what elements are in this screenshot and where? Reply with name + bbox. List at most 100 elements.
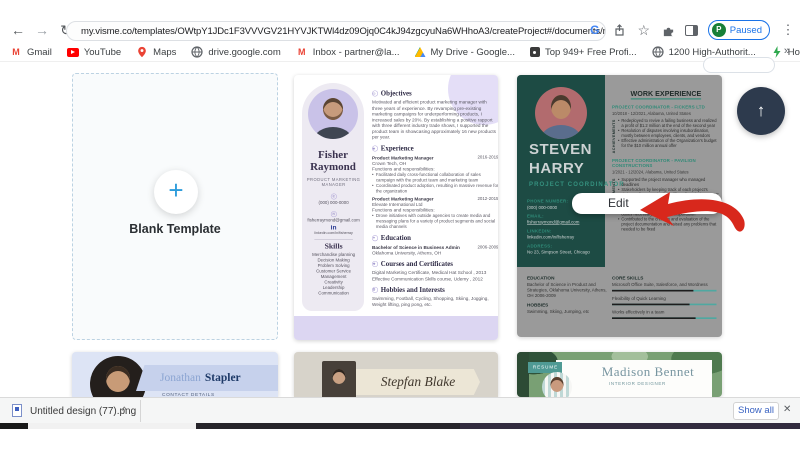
- bottom-strip-segment: [0, 423, 28, 429]
- profile-photo: [542, 372, 572, 397]
- core-skill-label: Microsoft Office Suite, Salesforce, and …: [612, 282, 717, 288]
- template-card-stepfan[interactable]: Stepfan Blake: [294, 352, 498, 397]
- section-title: Objectives: [381, 89, 412, 97]
- extensions-icon[interactable]: [662, 24, 675, 37]
- course-item: Effective Communication Skills course, U…: [372, 276, 498, 282]
- section-title: Hobbies and Interests: [381, 286, 445, 294]
- resume-name-first: STEVEN: [529, 141, 592, 158]
- hobbies-title: HOBBIES: [527, 302, 610, 308]
- phone-icon: ✆: [331, 194, 337, 200]
- bullet-item: Redeployed to revive a failing business …: [618, 118, 720, 128]
- bottom-strip-segment: [460, 423, 800, 429]
- template-card-fisher[interactable]: Fisher Raymond PRODUCT MARKETING MANAGER…: [294, 75, 498, 340]
- core-skills-title: CORE SKILLS: [612, 275, 717, 281]
- bookmarks-overflow-icon[interactable]: »: [784, 45, 790, 57]
- resume-tag-label: RESUME: [532, 365, 557, 370]
- google-icon[interactable]: G: [587, 23, 603, 37]
- site-icon: [530, 47, 540, 57]
- back-button[interactable]: ←: [8, 20, 28, 40]
- resume-name: Stepfan Blake: [381, 374, 456, 390]
- globe-icon: [652, 46, 664, 58]
- close-icon[interactable]: ✕: [783, 404, 791, 415]
- contact-value: linkedin.com/in/fisherray: [527, 235, 604, 240]
- education-body: Bachelor of Science in Product and Strat…: [527, 282, 610, 299]
- visme-templates-page: + Blank Template Fisher Raymond PRODUCT …: [0, 63, 800, 397]
- profile-photo: [322, 361, 356, 397]
- blank-template-card[interactable]: + Blank Template: [72, 73, 278, 340]
- share-icon[interactable]: [613, 24, 626, 37]
- resume-linkedin: linkedin.com/in/fisherray: [305, 231, 362, 237]
- job-role: Product Marketing Manager: [372, 196, 434, 202]
- email-icon: ✉: [331, 211, 337, 217]
- contact-label: EMAIL:: [527, 214, 604, 219]
- job-dates: 1/2021 - 12/2024, Alabama, United States: [612, 170, 720, 175]
- job-dates: 2016-2019: [477, 155, 498, 161]
- download-filename[interactable]: Untitled design (77).png: [30, 406, 136, 417]
- hobbies-icon: ✿: [372, 287, 378, 293]
- contact-label: ADDRESS:: [527, 243, 604, 248]
- resume-name-first: Fisher: [302, 149, 364, 161]
- forward-button[interactable]: →: [32, 20, 52, 40]
- profile-paused-badge[interactable]: P Paused: [708, 20, 770, 40]
- side-panel-icon[interactable]: [685, 25, 698, 36]
- show-all-button[interactable]: Show all: [733, 402, 779, 420]
- decor-strip: [294, 316, 498, 340]
- gmail-icon: M: [10, 46, 22, 58]
- bookmark-top-949[interactable]: Top 949+ Free Profi...: [530, 47, 637, 58]
- decor-leaf-band: [517, 352, 529, 397]
- toolbar-actions: G ☆ P Paused ⋮: [587, 20, 796, 40]
- resume-name-last: Stapler: [205, 372, 241, 384]
- chevron-up-icon[interactable]: ^: [122, 406, 127, 417]
- hobbies-body: Swimming, Football, Cycling, Shopping, S…: [372, 296, 498, 308]
- paused-label: Paused: [730, 25, 762, 36]
- section-title: Education: [381, 234, 411, 242]
- objectives-body: Motivated and efficient product marketin…: [372, 99, 498, 139]
- section-title: Experience: [381, 144, 414, 152]
- hobbies-body: Swimming, Skiing, Jumping, etc: [527, 309, 610, 315]
- add-blank-button[interactable]: +: [154, 170, 198, 214]
- core-skill-bar: [612, 290, 717, 292]
- courses-icon: ❖: [372, 261, 378, 267]
- education-title: EDUCATION: [527, 275, 610, 281]
- resume-name-last: HARRY: [529, 160, 584, 177]
- achievements-label: ACHIEVEMENTS: [612, 118, 616, 153]
- bullet-item: Coordinated product adoption, resulting …: [372, 183, 498, 194]
- job-role: PROJECT COORDINATOR - PAVILION CONSTRUCT…: [612, 158, 720, 168]
- bookmark-my-drive[interactable]: My Drive - Google...: [415, 47, 515, 58]
- bullet-item: Resolution of disputes involving insubor…: [618, 128, 720, 138]
- edu-school: Oklahoma University, Athens, OH: [372, 250, 498, 256]
- bookmark-maps[interactable]: Maps: [136, 46, 176, 58]
- profile-photo: [535, 87, 587, 139]
- name-banner: Stepfan Blake: [356, 369, 480, 395]
- linkedin-icon: in: [305, 223, 362, 231]
- menu-icon[interactable]: ⋮: [780, 22, 796, 38]
- file-icon: [12, 404, 22, 417]
- scroll-to-top-button[interactable]: ↑: [737, 87, 785, 135]
- job-role: Product Marketing Manager: [372, 155, 434, 161]
- core-skill-bar: [612, 304, 717, 306]
- bookmark-star-icon[interactable]: ☆: [636, 22, 652, 39]
- bookmark-youtube[interactable]: YouTube: [67, 47, 121, 58]
- maps-pin-icon: [136, 46, 148, 58]
- template-card-madison[interactable]: RESUME Madison Bennet INTERIOR DESIGNER: [517, 352, 722, 397]
- template-card-jonathan[interactable]: Jonathan Stapler CONTACT DETAILS: [72, 352, 278, 397]
- resume-job-title-2: MANAGER: [305, 182, 362, 187]
- address-bar[interactable]: my.visme.co/templates/OWtpY1JDc1F3VVVGV2…: [66, 21, 606, 41]
- url-text: my.visme.co/templates/OWtpY1JDc1F3VVVGV2…: [81, 26, 606, 37]
- edit-button[interactable]: Edit: [572, 193, 722, 214]
- divider: [140, 400, 141, 422]
- bookmark-drive-link[interactable]: drive.google.com: [191, 46, 280, 58]
- skill-item: Communication: [305, 291, 362, 297]
- bookmark-gmail[interactable]: MGmail: [10, 46, 52, 58]
- bookmark-inbox[interactable]: MInbox - partner@la...: [296, 46, 400, 58]
- core-skill-label: Works effectively in a team: [612, 310, 717, 316]
- resume-name-first: Jonathan: [160, 372, 201, 384]
- contact-value: fisherraymond@gmail.com: [527, 220, 604, 225]
- bullet-item: Drove initiatives with outside agencies …: [372, 213, 498, 230]
- experience-icon: ◈: [372, 145, 378, 151]
- globe-icon: [191, 46, 203, 58]
- bullet-item: Supported the project manager who manage…: [618, 177, 720, 187]
- browser-toolbar: ← → ↻ my.visme.co/templates/OWtpY1JDc1F3…: [0, 0, 800, 43]
- blank-template-label: Blank Template: [73, 222, 277, 236]
- youtube-icon: [67, 48, 79, 57]
